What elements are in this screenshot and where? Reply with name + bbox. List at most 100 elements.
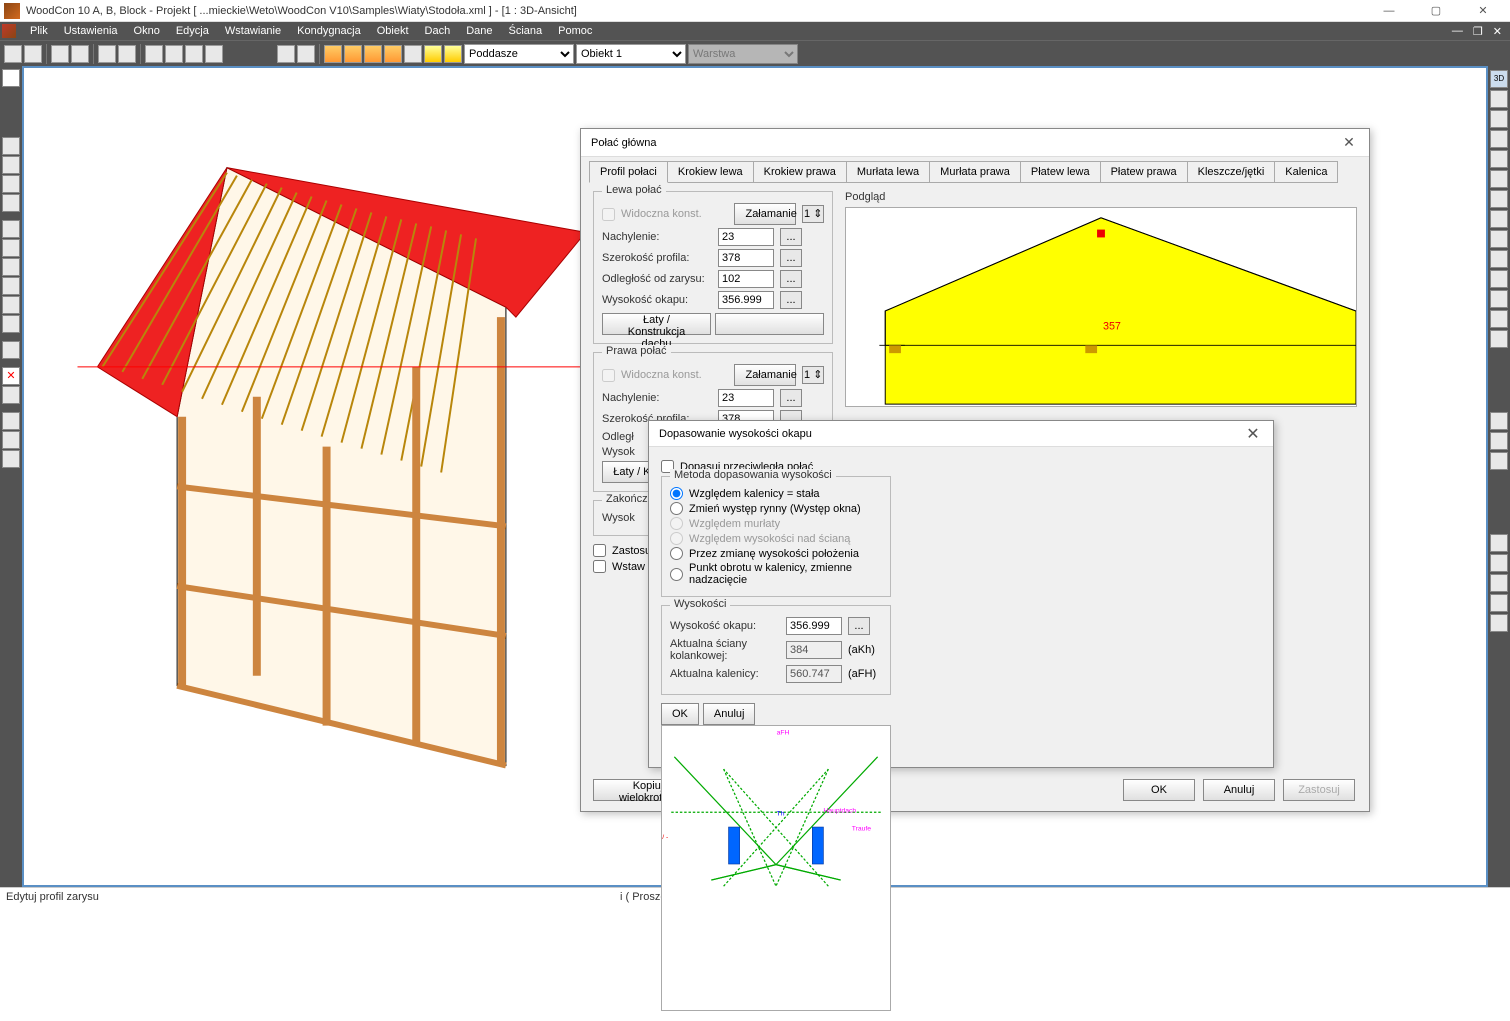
rr-3[interactable] <box>1490 130 1508 148</box>
menu-pomoc[interactable]: Pomoc <box>550 23 600 39</box>
rr-10[interactable] <box>1490 270 1508 288</box>
tb-open[interactable] <box>24 45 42 63</box>
dlg1-close-button[interactable]: ✕ <box>1339 133 1359 153</box>
nachylenie-left-input[interactable] <box>718 228 774 246</box>
rr-20[interactable] <box>1490 594 1508 612</box>
tb-zoomfit[interactable] <box>185 45 203 63</box>
rr-8[interactable] <box>1490 230 1508 248</box>
rr-5[interactable] <box>1490 170 1508 188</box>
tb-new[interactable] <box>4 45 22 63</box>
lr-cursor[interactable] <box>2 69 20 87</box>
dlg2-close-button[interactable]: ✕ <box>1243 424 1263 444</box>
tb-pan[interactable] <box>205 45 223 63</box>
object-select[interactable]: Obiekt 1 <box>576 44 686 64</box>
tab-murlata-p[interactable]: Murłata prawa <box>929 161 1021 183</box>
rr-19[interactable] <box>1490 574 1508 592</box>
tb-rotate[interactable] <box>297 45 315 63</box>
lr-b11[interactable] <box>2 341 20 359</box>
tb-y2[interactable] <box>444 45 462 63</box>
rr-4[interactable] <box>1490 150 1508 168</box>
lr-del[interactable]: ✕ <box>2 367 20 385</box>
lr-b5[interactable] <box>2 220 20 238</box>
menu-ustawienia[interactable]: Ustawienia <box>56 23 126 39</box>
rr-1[interactable] <box>1490 90 1508 108</box>
lr-b7[interactable] <box>2 258 20 276</box>
lr-b2[interactable] <box>2 156 20 174</box>
rr-21[interactable] <box>1490 614 1508 632</box>
tb-save[interactable] <box>51 45 69 63</box>
zastosuj-check[interactable]: Zastosuj <box>593 544 606 557</box>
tab-krokiew-l[interactable]: Krokiew lewa <box>667 161 754 183</box>
szer-left-more[interactable]: ... <box>780 249 802 267</box>
menu-sciana[interactable]: Ściana <box>501 23 551 39</box>
zalamanie-right-button[interactable]: Załamanie <box>734 364 796 386</box>
tb-saveall[interactable] <box>71 45 89 63</box>
rr-11[interactable] <box>1490 290 1508 308</box>
lr-b9[interactable] <box>2 296 20 314</box>
th-input[interactable] <box>786 617 842 635</box>
lr-b12[interactable] <box>2 386 20 404</box>
rr-7[interactable] <box>1490 210 1508 228</box>
rr-17[interactable] <box>1490 534 1508 552</box>
ok-button[interactable]: OK <box>661 703 699 725</box>
wstaw-check[interactable]: Wstaw w <box>593 560 606 573</box>
lr-b13[interactable] <box>2 412 20 430</box>
odl-left-input[interactable] <box>718 270 774 288</box>
nachylenie-right-more[interactable]: ... <box>780 389 802 407</box>
minimize-button[interactable]: — <box>1366 1 1412 21</box>
rr-2[interactable] <box>1490 110 1508 128</box>
nachylenie-right-input[interactable] <box>718 389 774 407</box>
rr-3d[interactable]: 3D <box>1490 70 1508 88</box>
tb-zoomout[interactable] <box>165 45 183 63</box>
tb-o1[interactable] <box>324 45 342 63</box>
th-more[interactable]: ... <box>848 617 870 635</box>
rr-6[interactable] <box>1490 190 1508 208</box>
zastosuj-button[interactable]: Zastosuj <box>1283 779 1355 801</box>
tb-print[interactable] <box>98 45 116 63</box>
maximize-button[interactable]: ▢ <box>1413 1 1459 21</box>
menu-okno[interactable]: Okno <box>126 23 168 39</box>
tb-y1[interactable] <box>424 45 442 63</box>
tab-kalenica[interactable]: Kalenica <box>1274 161 1338 183</box>
mdi-minimize[interactable]: — <box>1448 25 1467 38</box>
zalamanie-left-spin[interactable]: 1 ⇕ <box>802 205 824 223</box>
rr-12[interactable] <box>1490 310 1508 328</box>
kopiuj-prawa-button[interactable] <box>715 313 824 335</box>
lr-b8[interactable] <box>2 277 20 295</box>
tb-sel[interactable] <box>404 45 422 63</box>
menu-obiekt[interactable]: Obiekt <box>369 23 417 39</box>
rr-14[interactable] <box>1490 412 1508 430</box>
rr-16[interactable] <box>1490 452 1508 470</box>
menu-edycja[interactable]: Edycja <box>168 23 217 39</box>
anuluj-button[interactable]: Anuluj <box>703 703 756 725</box>
tab-platew-p[interactable]: Płatew prawa <box>1100 161 1188 183</box>
zalamanie-left-button[interactable]: Załamanie <box>734 203 796 225</box>
tb-o3[interactable] <box>364 45 382 63</box>
lr-b3[interactable] <box>2 175 20 193</box>
menu-plik[interactable]: Plik <box>22 23 56 39</box>
r1-radio[interactable] <box>670 487 683 500</box>
wys-left-input[interactable] <box>718 291 774 309</box>
wys-left-more[interactable]: ... <box>780 291 802 309</box>
rr-15[interactable] <box>1490 432 1508 450</box>
lr-b4[interactable] <box>2 194 20 212</box>
odl-left-more[interactable]: ... <box>780 270 802 288</box>
rr-9[interactable] <box>1490 250 1508 268</box>
menu-dane[interactable]: Dane <box>458 23 500 39</box>
tab-krokiew-p[interactable]: Krokiew prawa <box>753 161 847 183</box>
tb-preview[interactable] <box>118 45 136 63</box>
laty-left-button[interactable]: Łaty / Konstrukcja dachu <box>602 313 711 335</box>
r6-radio[interactable] <box>670 568 683 581</box>
lr-b15[interactable] <box>2 450 20 468</box>
r2-radio[interactable] <box>670 502 683 515</box>
tb-move[interactable] <box>277 45 295 63</box>
mdi-close[interactable]: ✕ <box>1489 25 1506 38</box>
tb-o4[interactable] <box>384 45 402 63</box>
close-button[interactable]: ✕ <box>1460 1 1506 21</box>
szer-left-input[interactable] <box>718 249 774 267</box>
menu-dach[interactable]: Dach <box>417 23 459 39</box>
menu-wstawianie[interactable]: Wstawianie <box>217 23 289 39</box>
tab-profil[interactable]: Profil połaci <box>589 161 668 183</box>
menu-kondygnacja[interactable]: Kondygnacja <box>289 23 369 39</box>
tb-o2[interactable] <box>344 45 362 63</box>
